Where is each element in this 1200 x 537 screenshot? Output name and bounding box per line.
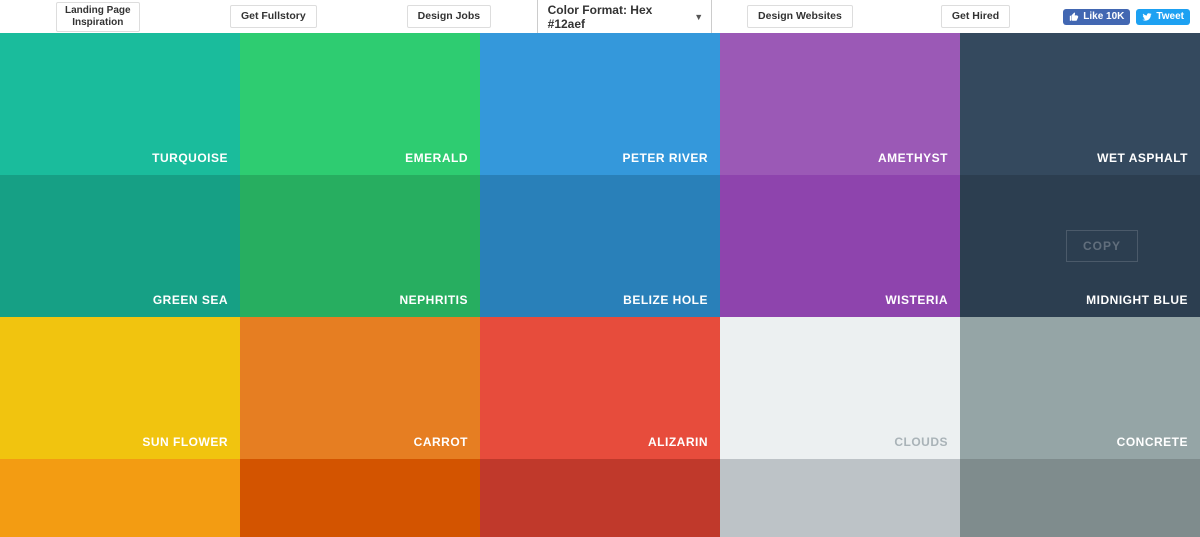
twitter-tweet-button[interactable]: Tweet <box>1136 9 1190 25</box>
swatch-label: CLOUDS <box>894 435 948 449</box>
swatch-label: BELIZE HOLE <box>623 293 708 307</box>
swatch-label: PETER RIVER <box>622 151 708 165</box>
landing-page-inspiration-button[interactable]: Landing Page Inspiration <box>56 2 140 32</box>
design-websites-button[interactable]: Design Websites <box>747 5 853 28</box>
color-row: GREEN SEA NEPHRITIS BELIZE HOLE WISTERIA MID… <box>0 175 1200 317</box>
swatch-label: SUN FLOWER <box>142 435 228 449</box>
copy-button[interactable]: COPY <box>1066 230 1138 262</box>
swatch-label: MIDNIGHT BLUE <box>1086 293 1188 307</box>
nav-social-group: Like 10K Tweet <box>1063 9 1190 25</box>
twitter-tweet-label: Tweet <box>1156 11 1184 23</box>
design-jobs-button[interactable]: Design Jobs <box>407 5 491 28</box>
color-swatch[interactable]: TURQUOISE <box>0 33 240 175</box>
color-grid: TURQUOISE EMERALD PETER RIVER AMETHYST WET A… <box>0 33 1200 537</box>
color-swatch[interactable]: SUN FLOWER <box>0 317 240 459</box>
color-swatch[interactable]: NEPHRITIS <box>240 175 480 317</box>
color-swatch[interactable]: WISTERIA <box>720 175 960 317</box>
color-swatch[interactable]: GREEN SEA <box>0 175 240 317</box>
color-swatch[interactable]: EMERALD <box>240 33 480 175</box>
color-row: SUN FLOWER CARROT ALIZARIN CLOUDS CONCRETE <box>0 317 1200 459</box>
color-format-selected-label: Color Format: Hex #12aef <box>548 3 653 31</box>
swatch-label: WISTERIA <box>885 293 948 307</box>
color-swatch[interactable]: CONCRETE <box>960 317 1200 459</box>
swatch-label: CONCRETE <box>1117 435 1188 449</box>
facebook-like-label: Like 10K <box>1083 11 1124 23</box>
color-swatch[interactable]: WET ASPHALT <box>960 33 1200 175</box>
color-swatch[interactable]: CARROT <box>240 317 480 459</box>
color-swatch[interactable]: ALIZARIN <box>480 317 720 459</box>
swatch-label: CARROT <box>414 435 468 449</box>
color-swatch[interactable] <box>0 459 240 537</box>
swatch-label: TURQUOISE <box>152 151 228 165</box>
swatch-label: WET ASPHALT <box>1097 151 1188 165</box>
swatch-label: AMETHYST <box>878 151 948 165</box>
swatch-label: NEPHRITIS <box>399 293 468 307</box>
thumbs-up-icon <box>1069 12 1079 22</box>
color-row: TURQUOISE EMERALD PETER RIVER AMETHYST WET A… <box>0 33 1200 175</box>
color-swatch[interactable]: MIDNIGHT BLUE COPY <box>960 175 1200 317</box>
chevron-down-icon: ▼ <box>694 12 703 22</box>
color-row <box>0 459 1200 537</box>
color-swatch[interactable] <box>720 459 960 537</box>
facebook-like-button[interactable]: Like 10K <box>1063 9 1130 25</box>
color-swatch[interactable] <box>240 459 480 537</box>
swatch-label: EMERALD <box>405 151 468 165</box>
color-swatch[interactable] <box>960 459 1200 537</box>
swatch-label: ALIZARIN <box>648 435 708 449</box>
get-fullstory-button[interactable]: Get Fullstory <box>230 5 317 28</box>
top-nav: Landing Page Inspiration Get Fullstory D… <box>0 0 1200 33</box>
color-swatch[interactable]: BELIZE HOLE <box>480 175 720 317</box>
color-format-select[interactable]: Color Format: Hex #12aef ▼ <box>537 0 713 36</box>
color-swatch[interactable]: PETER RIVER <box>480 33 720 175</box>
color-swatch[interactable]: CLOUDS <box>720 317 960 459</box>
get-hired-button[interactable]: Get Hired <box>941 5 1010 28</box>
nav-left-group: Landing Page Inspiration Get Fullstory D… <box>10 0 1063 36</box>
color-swatch[interactable] <box>480 459 720 537</box>
swatch-label: GREEN SEA <box>153 293 228 307</box>
color-swatch[interactable]: AMETHYST <box>720 33 960 175</box>
twitter-icon <box>1142 12 1152 22</box>
